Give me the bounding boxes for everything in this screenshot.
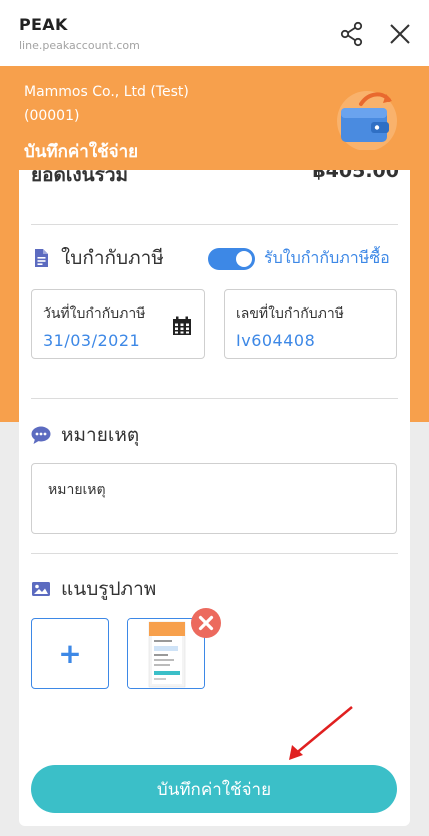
company-code: (00001) [24, 108, 80, 124]
notes-section-title: หมายเหตุ [31, 420, 139, 450]
app-title: PEAK [19, 15, 68, 34]
attachments-section-title: แนบรูปภาพ [31, 574, 156, 604]
tax-invoice-date-field[interactable]: วันที่ใบกำกับภาษี 31/03/2021 [31, 289, 205, 359]
close-icon[interactable] [386, 20, 414, 48]
tax-invoice-title: ใบกำกับภาษี [61, 247, 164, 269]
company-info: Mammos Co., Ltd (Test) (00001) [24, 80, 189, 128]
tax-invoice-date-label: วันที่ใบกำกับภาษี [43, 306, 146, 322]
tax-invoice-number-label: เลขที่ใบกำกับภาษี [236, 306, 344, 322]
total-label: ยอดเงินรวม [31, 170, 129, 186]
divider [31, 553, 398, 554]
add-image-button[interactable]: + [31, 618, 109, 689]
total-row: ยอดเงินรวม ฿405.00 [31, 170, 399, 186]
document-icon [35, 249, 48, 267]
share-icon[interactable] [338, 20, 366, 48]
notes-placeholder: หมายเหตุ [48, 482, 106, 498]
calendar-icon[interactable] [172, 316, 192, 336]
tax-invoice-date-value[interactable]: 31/03/2021 [43, 331, 140, 350]
notes-title: หมายเหตุ [61, 424, 140, 446]
wallet-icon [337, 91, 397, 150]
tax-invoice-number-field[interactable]: เลขที่ใบกำกับภาษี Iv604408 [224, 289, 397, 359]
receive-tax-invoice-label[interactable]: รับใบกำกับภาษีซื้อ [264, 246, 390, 271]
attachments-title: แนบรูปภาพ [61, 578, 157, 600]
divider [31, 224, 398, 225]
plus-icon: + [58, 636, 82, 670]
tax-invoice-section-title: ใบกำกับภาษี [31, 243, 164, 273]
app-header: PEAK line.peakaccount.com [0, 0, 429, 66]
divider [31, 398, 398, 399]
save-expense-button[interactable]: บันทึกค่าใช้จ่าย [31, 765, 397, 813]
tax-invoice-number-value[interactable]: Iv604408 [236, 331, 315, 350]
comment-icon [31, 426, 51, 444]
image-icon [32, 582, 50, 596]
total-amount: ฿405.00 [312, 170, 399, 182]
remove-image-icon[interactable] [190, 607, 222, 639]
receive-tax-invoice-toggle-row[interactable]: รับใบกำกับภาษีซื้อ [208, 246, 390, 271]
annotation-arrow-icon [289, 706, 353, 760]
notes-input[interactable]: หมายเหตุ [31, 463, 397, 534]
company-name: Mammos Co., Ltd (Test) [24, 84, 189, 100]
receive-tax-invoice-toggle[interactable] [208, 247, 255, 270]
app-url: line.peakaccount.com [19, 39, 140, 52]
page-title: บันทึกค่าใช้จ่าย [24, 142, 139, 162]
toggle-knob [236, 250, 252, 267]
